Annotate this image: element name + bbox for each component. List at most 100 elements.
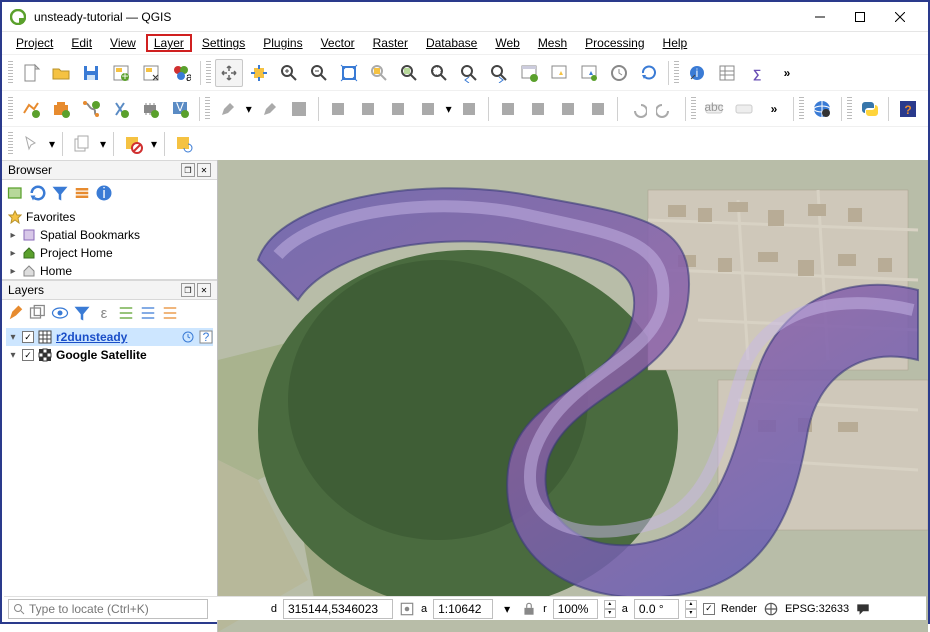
lock-icon[interactable] xyxy=(521,601,537,617)
layers-remove-button[interactable] xyxy=(160,303,180,323)
menu-raster[interactable]: Raster xyxy=(365,34,416,52)
menu-view[interactable]: View xyxy=(102,34,144,52)
browser-add-button[interactable] xyxy=(6,183,26,203)
vertex-tool-button[interactable] xyxy=(414,95,442,123)
menu-mesh[interactable]: Mesh xyxy=(530,34,575,52)
toolbar-handle[interactable] xyxy=(206,61,211,85)
zoom-in-button[interactable] xyxy=(275,59,303,87)
new-memory-button[interactable] xyxy=(136,95,164,123)
browser-item-project-home[interactable]: ▸ Project Home xyxy=(6,244,213,262)
zoom-native-button[interactable] xyxy=(425,59,453,87)
new-shapefile-button[interactable] xyxy=(77,95,105,123)
layers-add-group-button[interactable] xyxy=(28,303,48,323)
delete-button[interactable] xyxy=(494,95,522,123)
layers-filter-button[interactable] xyxy=(72,303,92,323)
abc-button[interactable]: abc xyxy=(700,95,728,123)
toolbar-handle[interactable] xyxy=(847,97,852,121)
browser-undock-button[interactable]: ❐ xyxy=(181,163,195,177)
refresh-button[interactable] xyxy=(635,59,663,87)
toolbar-handle[interactable] xyxy=(691,97,696,121)
attributes-button[interactable] xyxy=(713,59,741,87)
pan-button[interactable] xyxy=(215,59,243,87)
open-project-button[interactable] xyxy=(47,59,75,87)
layer-checkbox[interactable]: ✓ xyxy=(22,349,34,361)
copy-style-dropdown[interactable]: ▾ xyxy=(98,137,108,151)
new-print-layout-button[interactable]: + xyxy=(107,59,135,87)
vertex-dropdown[interactable]: ▾ xyxy=(444,102,454,116)
web-button[interactable] xyxy=(808,95,836,123)
zoom-next-button[interactable] xyxy=(485,59,513,87)
menu-project[interactable]: Project xyxy=(8,34,61,52)
add-feature-button[interactable] xyxy=(324,95,352,123)
magnifier-spinner[interactable]: ▴▾ xyxy=(604,600,616,618)
layer-checkbox[interactable]: ✓ xyxy=(22,331,34,343)
toolbar-handle[interactable] xyxy=(8,132,13,156)
browser-item-home[interactable]: ▸ Home xyxy=(6,262,213,280)
maximize-button[interactable] xyxy=(840,3,880,31)
layer-item-google-satellite[interactable]: ▾ ✓ Google Satellite xyxy=(6,346,213,364)
toolbar-overflow[interactable]: » xyxy=(773,59,801,87)
close-button[interactable] xyxy=(880,3,920,31)
scale-input[interactable]: 1:10642 xyxy=(433,599,493,619)
select-location-button[interactable] xyxy=(170,130,198,158)
deselect-button[interactable] xyxy=(119,130,147,158)
zoom-full-button[interactable] xyxy=(335,59,363,87)
menu-web[interactable]: Web xyxy=(487,34,527,52)
cut-button[interactable] xyxy=(524,95,552,123)
browser-item-favorites[interactable]: Favorites xyxy=(6,208,213,226)
statistics-button[interactable]: ∑ xyxy=(743,59,771,87)
deselect-dropdown[interactable]: ▾ xyxy=(149,137,159,151)
redo-button[interactable] xyxy=(653,95,681,123)
copy-style-button[interactable] xyxy=(68,130,96,158)
new-virtual-button[interactable]: V xyxy=(166,95,194,123)
help-square-button[interactable]: ? xyxy=(894,95,922,123)
pan-to-selection-button[interactable] xyxy=(245,59,273,87)
modify-attrs-button[interactable] xyxy=(456,95,484,123)
new-spatialite-button[interactable] xyxy=(106,95,134,123)
layers-close-button[interactable]: ✕ xyxy=(197,283,211,297)
browser-collapse-button[interactable] xyxy=(72,183,92,203)
minimize-button[interactable] xyxy=(800,3,840,31)
paste-button[interactable] xyxy=(584,95,612,123)
new-project-button[interactable] xyxy=(17,59,45,87)
crs-label[interactable]: EPSG:32633 xyxy=(785,603,849,615)
python-button[interactable] xyxy=(856,95,884,123)
toolbar-handle[interactable] xyxy=(205,97,210,121)
messages-icon[interactable] xyxy=(855,601,871,617)
edits-dropdown[interactable]: ▾ xyxy=(244,102,254,116)
zoom-last-button[interactable] xyxy=(455,59,483,87)
rotation-spinner[interactable]: ▴▾ xyxy=(685,600,697,618)
zoom-to-selection-button[interactable] xyxy=(365,59,393,87)
new-geopackage-button[interactable] xyxy=(47,95,75,123)
rotation-input[interactable]: 0.0 ° xyxy=(634,599,679,619)
menu-edit[interactable]: Edit xyxy=(63,34,100,52)
toolbar-handle[interactable] xyxy=(8,97,13,121)
identify-button[interactable]: i xyxy=(683,59,711,87)
scale-dropdown[interactable]: ▾ xyxy=(499,601,515,617)
crs-icon[interactable] xyxy=(763,601,779,617)
layers-collapse-button[interactable] xyxy=(138,303,158,323)
save-project-button[interactable] xyxy=(77,59,105,87)
menu-vector[interactable]: Vector xyxy=(313,34,363,52)
undo-button[interactable] xyxy=(623,95,651,123)
menu-layer[interactable]: Layer xyxy=(146,34,192,52)
coordinate-input[interactable]: 315144,5346023 xyxy=(283,599,393,619)
abc-edit-button[interactable] xyxy=(730,95,758,123)
render-checkbox[interactable]: ✓ xyxy=(703,603,715,615)
extents-icon[interactable] xyxy=(399,601,415,617)
edits-button[interactable] xyxy=(214,95,242,123)
browser-item-bookmarks[interactable]: ▸ Spatial Bookmarks xyxy=(6,226,213,244)
zoom-out-button[interactable] xyxy=(305,59,333,87)
new-map-view-button[interactable] xyxy=(515,59,543,87)
layout-manager-button[interactable] xyxy=(137,59,165,87)
browser-close-button[interactable]: ✕ xyxy=(197,163,211,177)
select-button[interactable] xyxy=(17,130,45,158)
toolbar-handle[interactable] xyxy=(799,97,804,121)
zoom-to-layer-button[interactable] xyxy=(395,59,423,87)
temporal-button[interactable] xyxy=(605,59,633,87)
show-bookmarks-button[interactable] xyxy=(575,59,603,87)
menu-settings[interactable]: Settings xyxy=(194,34,253,52)
save-edits-button[interactable] xyxy=(286,95,314,123)
layers-undock-button[interactable]: ❐ xyxy=(181,283,195,297)
magnifier-input[interactable]: 100% xyxy=(553,599,598,619)
